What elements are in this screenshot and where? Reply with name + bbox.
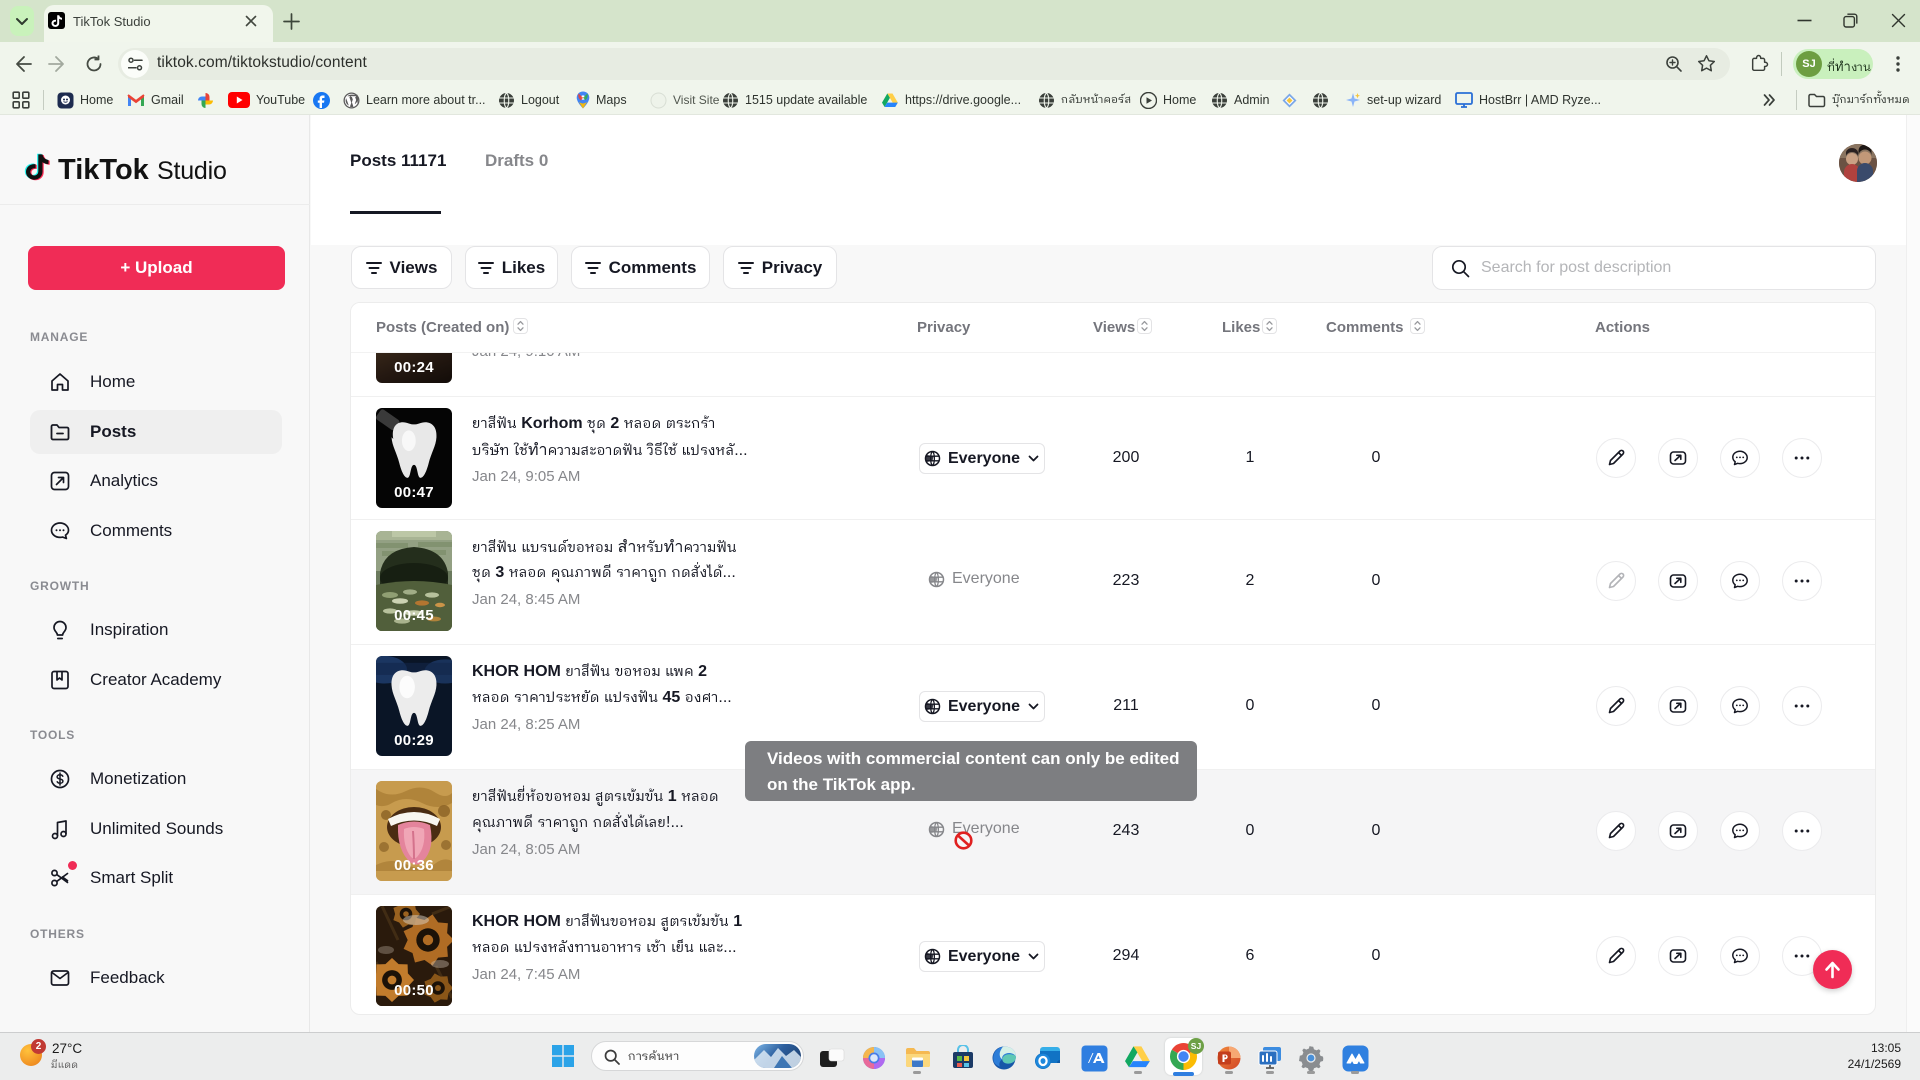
svg-text:Studio: Studio: [157, 157, 227, 185]
svg-text:TikTok: TikTok: [58, 154, 150, 186]
